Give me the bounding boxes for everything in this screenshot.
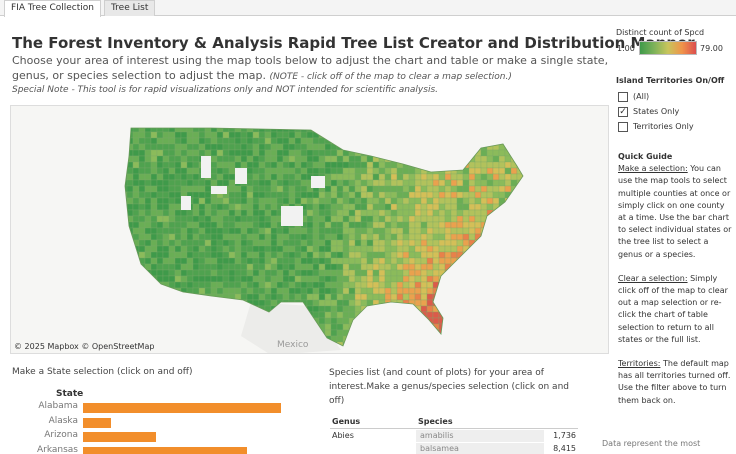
special-note: Special Note - This tool is for rapid vi… [12,85,439,95]
guide-territories-heading: Territories: [618,359,661,369]
guide-clear-heading: Clear a selection: [618,273,688,283]
state-label[interactable]: Alabama [38,401,78,411]
legend-title: Distinct count of Spcd [616,28,705,37]
table-divider [330,428,578,429]
table-row[interactable]: Abies amabilis 1,736 [330,430,578,442]
map-canvas[interactable] [11,106,609,354]
state-row[interactable]: Alaska [0,416,300,430]
tab-fia-tree-collection[interactable]: FIA Tree Collection [4,0,101,17]
genus-cell[interactable]: Abies [332,431,354,440]
count-cell: 8,415 [553,444,576,453]
legend-min: 1.00 [617,44,635,53]
guide-title: Quick Guide [618,152,673,161]
state-bar[interactable] [83,417,111,428]
territory-filter-title: Island Territories On/Off [616,76,725,85]
state-chart-title: Make a State selection (click on and off… [12,367,193,377]
subtitle-note: (NOTE - click off of the map to clear a … [269,72,512,82]
species-table-title: Species list (and count of plots) for yo… [329,368,569,406]
genus-header: Genus [332,417,361,426]
guide-make-text: You can use the map tools to select mult… [618,164,732,259]
checkbox-territories-only[interactable] [618,122,628,132]
map-label-mexico: Mexico [277,340,309,350]
quick-guide: Quick Guide Make a selection: You can us… [618,151,734,419]
state-bar[interactable] [83,432,156,442]
checkbox-all[interactable] [618,92,628,102]
page-subtitle: Choose your area of interest using the m… [12,53,612,85]
state-column-header: State [56,389,84,399]
state-label[interactable]: Arkansas [37,445,78,454]
guide-clear-text: Simply click off of the map to clear out… [618,273,728,344]
legend-max: 79.00 [700,44,723,53]
page-title: The Forest Inventory & Analysis Rapid Tr… [12,34,699,52]
checkbox-states-only[interactable]: ✓ [618,107,628,117]
species-cell[interactable]: balsamea [416,443,544,454]
state-bar[interactable] [83,446,247,454]
color-legend-bar [639,41,697,55]
map-attribution[interactable]: © 2025 Mapbox © OpenStreetMap [14,342,154,351]
species-header: Species [418,417,453,426]
tab-tree-list[interactable]: Tree List [104,0,156,16]
species-cell[interactable]: amabilis [416,430,544,442]
footnote: Data represent the most [602,439,701,448]
state-row[interactable]: Arkansas [0,445,300,454]
county-cells [125,128,523,346]
county-map[interactable]: © 2025 Mapbox © OpenStreetMap Mexico [10,105,609,354]
count-cell: 1,736 [553,431,576,440]
state-label[interactable]: Arizona [44,430,78,440]
guide-make-heading: Make a selection: [618,164,688,174]
state-row[interactable]: Alabama [0,401,300,415]
table-row[interactable]: balsamea 8,415 [330,443,578,454]
state-bar[interactable] [83,403,281,413]
state-label[interactable]: Alaska [49,416,78,426]
state-row[interactable]: Arizona [0,430,300,444]
tab-bar: FIA Tree Collection Tree List [0,0,736,17]
